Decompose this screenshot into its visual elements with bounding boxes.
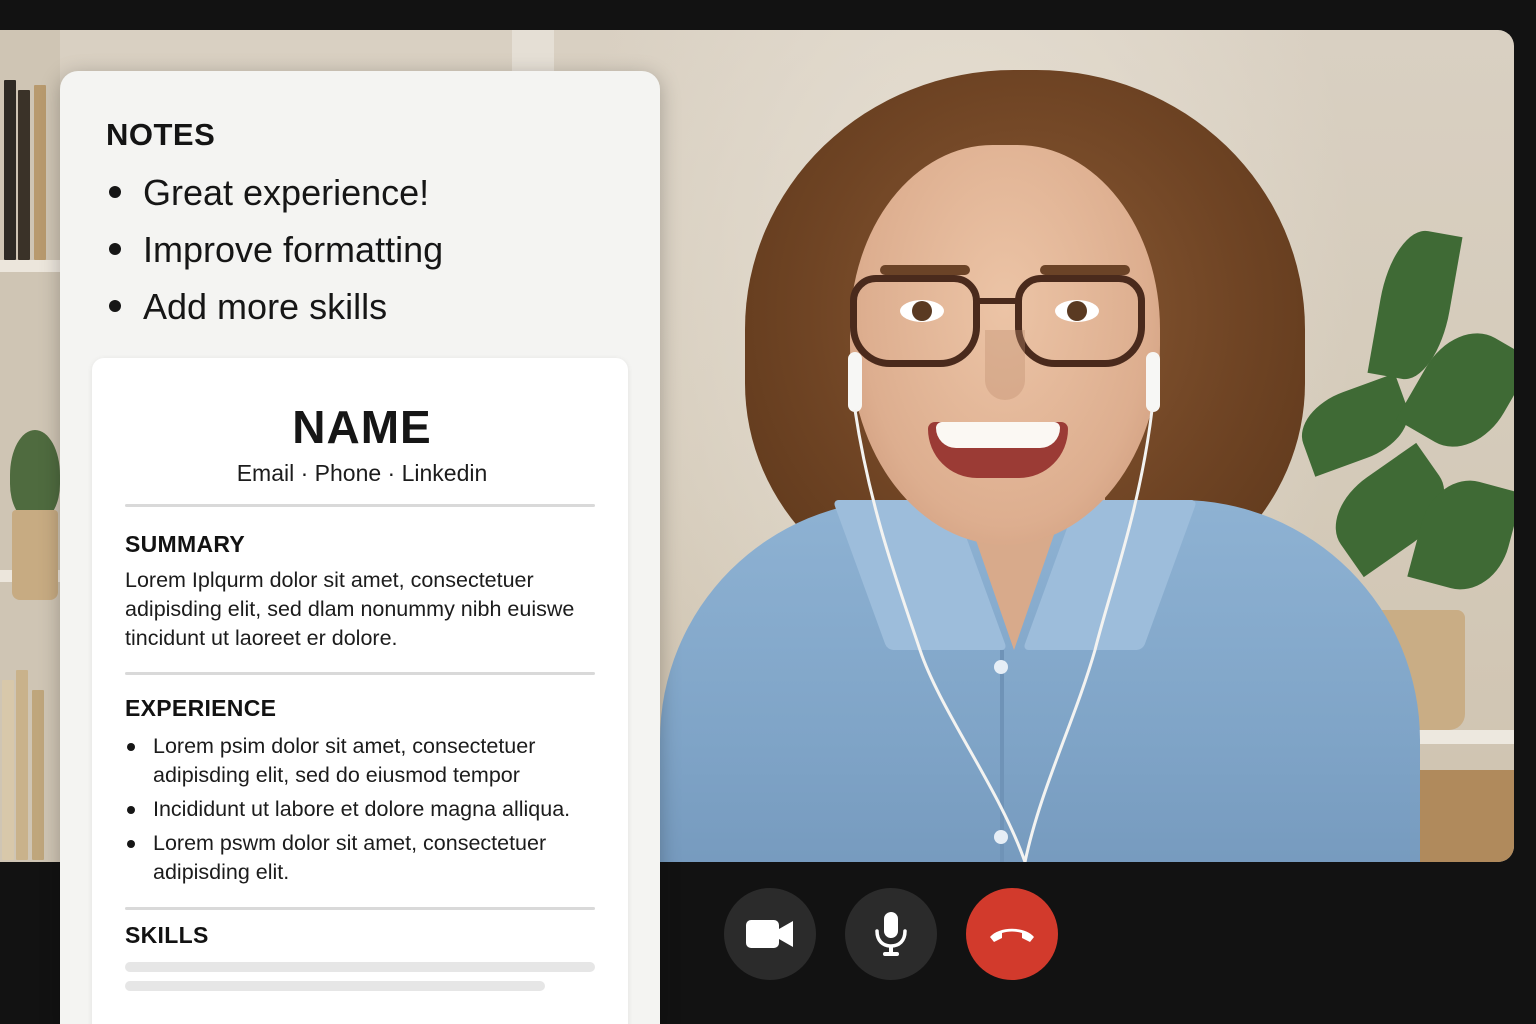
notes-title: NOTES: [106, 117, 216, 152]
skills-heading: SKILLS: [125, 922, 209, 948]
divider: [125, 504, 595, 507]
note-item: Add more skills: [106, 285, 443, 342]
camera-toggle-button[interactable]: [724, 888, 816, 980]
summary-heading: SUMMARY: [125, 531, 246, 557]
notes-list: Great experience! Improve formatting Add…: [106, 171, 443, 342]
skill-placeholder-bar: [125, 981, 545, 991]
experience-item: Lorem pswm dolor sit amet, consectetuer …: [125, 829, 605, 887]
experience-list: Lorem psim dolor sit amet, consectetuer …: [125, 732, 605, 892]
summary-text: Lorem Iplqurm dolor sit amet, consectetu…: [125, 568, 575, 650]
experience-heading: EXPERIENCE: [125, 695, 277, 721]
resume-document[interactable]: NAME Email · Phone · Linkedin SUMMARY Lo…: [92, 358, 628, 1024]
microphone-icon: [875, 912, 907, 956]
resume-name: NAME: [292, 401, 432, 453]
end-call-button[interactable]: [966, 888, 1058, 980]
experience-item: Lorem psim dolor sit amet, consectetuer …: [125, 732, 605, 790]
resume-contact-line: Email · Phone · Linkedin: [236, 460, 488, 486]
note-item: Improve formatting: [106, 228, 443, 285]
divider: [125, 672, 595, 675]
video-camera-icon: [746, 920, 793, 948]
hang-up-phone-icon: [990, 928, 1034, 942]
experience-item: Incididunt ut labore et dolore magna all…: [125, 795, 605, 824]
microphone-toggle-button[interactable]: [845, 888, 937, 980]
notes-panel: NOTES Great experience! Improve formatti…: [60, 71, 660, 1024]
divider: [125, 907, 595, 910]
note-item: Great experience!: [106, 171, 443, 228]
skill-placeholder-bar: [125, 962, 595, 972]
